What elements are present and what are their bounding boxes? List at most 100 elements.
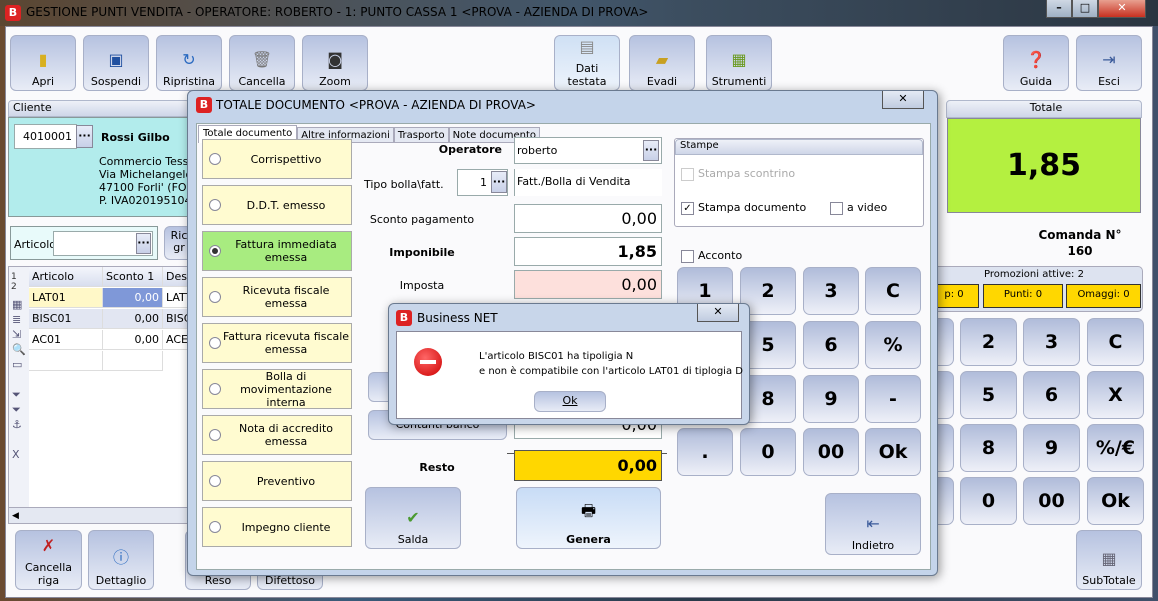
promo-punti: Punti: 0 [983,284,1063,308]
table-row-articolo[interactable]: AC01 [29,330,103,350]
doc-type-label: Ricevuta fiscale emessa [242,284,330,310]
doc-type-label: Fattura immediata emessa [235,238,337,264]
esci-button[interactable]: ⇥ Esci [1076,35,1142,91]
doc-type-radio[interactable]: Bolla di movimentazione interna [202,369,352,409]
keypad-key[interactable]: 00 [803,428,859,476]
keypad-key[interactable]: 0 [740,428,796,476]
doc-type-radio[interactable]: Fattura ricevuta fiscale emessa [202,323,352,363]
cliente-lookup-button[interactable]: ··· [76,125,93,148]
table-row-sconto[interactable]: 0,00 [103,330,163,350]
keypad-key[interactable]: 3 [1023,318,1080,366]
keypad-key[interactable]: 6 [803,321,859,369]
keypad-key[interactable]: 8 [960,424,1017,472]
doc-type-radio[interactable]: Fattura immediata emessa [202,231,352,271]
subtotale-button[interactable]: ▦ SubTotale [1076,530,1142,590]
table-row-articolo[interactable]: BISC01 [29,309,103,329]
doc-type-radio[interactable]: D.D.T. emesso [202,185,352,225]
keypad-key[interactable]: 00 [1023,477,1080,525]
sconto-label: Sconto pagamento [369,213,475,226]
cliente-code-field[interactable]: 4010001 [14,124,77,149]
keypad-key[interactable]: 2 [960,318,1017,366]
table-row-empty[interactable] [29,351,103,371]
ok-button[interactable]: Ok [534,391,606,412]
strumenti-button[interactable]: ▦ Strumenti [706,35,772,91]
stampa-documento-checkbox[interactable]: ✓ Stampa documento [681,201,806,215]
table-row-articolo[interactable]: LAT01 [29,288,103,308]
keypad-key[interactable]: - [865,375,921,423]
apri-button[interactable]: ▮ Apri [10,35,76,91]
keypad-key[interactable]: Ok [865,428,921,476]
indietro-button[interactable]: ⇤ Indietro [825,493,921,555]
scroll-left-icon[interactable]: ◀ [9,511,19,521]
keypad-key[interactable]: 3 [803,267,859,315]
cancella-button[interactable]: 🗑 Cancella [229,35,295,91]
doc-type-label: Fattura ricevuta fiscale emessa [222,330,350,356]
column-header-sconto[interactable]: Sconto 1 [103,267,163,287]
dettaglio-label: Dettaglio [95,574,147,587]
operatore-lookup-button[interactable]: ··· [643,140,659,161]
error-message-box: B Business NET ✕ L'articolo BISC01 ha ti… [388,303,750,425]
table-row-sconto[interactable]: 0,00 [103,309,163,329]
close-button[interactable]: ✕ [1098,0,1146,18]
cancella-riga-button[interactable]: ✗ Cancella riga [15,530,82,590]
insert-icon[interactable]: ⇲ [12,327,29,342]
table-row-sconto[interactable]: 0,00 [103,288,163,308]
doc-type-radio[interactable]: Corrispettivo [202,139,352,179]
tipo-lookup-button[interactable]: ··· [491,171,507,193]
keypad-key[interactable]: 6 [1023,371,1080,419]
keypad-key[interactable]: . [677,428,733,476]
articolo-lookup-button[interactable]: ··· [136,233,151,254]
ripristina-button[interactable]: ↻ Ripristina [156,35,222,91]
doc-type-radio[interactable]: Nota di accredito emessa [202,415,352,455]
stampe-header: Stampe [675,139,923,155]
columns-icon[interactable]: ▭ [12,357,29,372]
doc-type-radio[interactable]: Impegno cliente [202,507,352,547]
column-header-articolo[interactable]: Articolo [29,267,103,287]
dati-testata-button[interactable]: ▤ Dati testata [554,35,620,91]
keypad-key[interactable]: 9 [803,375,859,423]
doc-type-radio[interactable]: Ricevuta fiscale emessa [202,277,352,317]
keypad-key[interactable]: 5 [960,371,1017,419]
filter-clear-icon[interactable]: ⏷ [12,402,29,417]
zoom-button[interactable]: ◙ Zoom [302,35,368,91]
keypad-key[interactable]: %/€ [1087,424,1144,472]
tab-trasporto[interactable]: Trasporto [393,127,449,143]
list-icon[interactable]: ≣ [12,312,29,327]
keypad-key[interactable]: C [1087,318,1144,366]
maximize-button[interactable]: □ [1072,0,1098,18]
dettaglio-button[interactable]: ⓘ Dettaglio [88,530,154,590]
keypad-key[interactable]: % [865,321,921,369]
keypad-key[interactable]: Ok [1087,477,1144,525]
grid-layout-icon[interactable]: ▦ [12,297,29,312]
dialog-title: TOTALE DOCUMENTO <PROVA - AZIENDA DI PRO… [216,98,536,112]
search-icon[interactable]: 🔍 [12,342,29,357]
sospendi-button[interactable]: ▣ Sospendi [83,35,149,91]
msgbox-close-button[interactable]: ✕ [697,304,739,322]
sconto-field[interactable]: 0,00 [514,204,662,233]
horizontal-scrollbar[interactable]: ◀ [9,507,192,523]
keypad-key[interactable]: 0 [960,477,1017,525]
genera-button[interactable]: 🖶 Genera [516,487,661,549]
anchor-icon[interactable]: ⚓ [12,417,29,432]
operatore-field[interactable]: roberto [514,137,662,164]
salda-button[interactable]: ✔ Salda [365,487,461,549]
delete-column-icon[interactable]: X [12,447,29,462]
doc-type-radio[interactable]: Preventivo [202,461,352,501]
stampe-group: Stampe Stampa scontrino ✓ Stampa document… [674,138,924,227]
a-video-checkbox[interactable]: a video [830,201,887,215]
sospendi-label: Sospendi [90,75,142,88]
table-row-empty[interactable] [103,351,163,371]
evadi-button[interactable]: ▰ Evadi [629,35,695,91]
acconto-checkbox[interactable]: Acconto [681,249,742,263]
checkmark-icon: ✔ [406,508,420,527]
dialog-close-button[interactable]: ✕ [882,91,924,109]
filter-icon[interactable]: ⏷ [12,387,29,402]
trash-icon: 🗑 [251,50,273,69]
minimize-button[interactable]: – [1046,0,1072,18]
keypad-key[interactable]: X [1087,371,1144,419]
keypad-key[interactable]: 9 [1023,424,1080,472]
subtotale-label: SubTotale [1082,574,1136,587]
stampa-scontrino-checkbox[interactable]: Stampa scontrino [681,167,795,181]
guida-button[interactable]: ❓ Guida [1003,35,1069,91]
keypad-key[interactable]: C [865,267,921,315]
